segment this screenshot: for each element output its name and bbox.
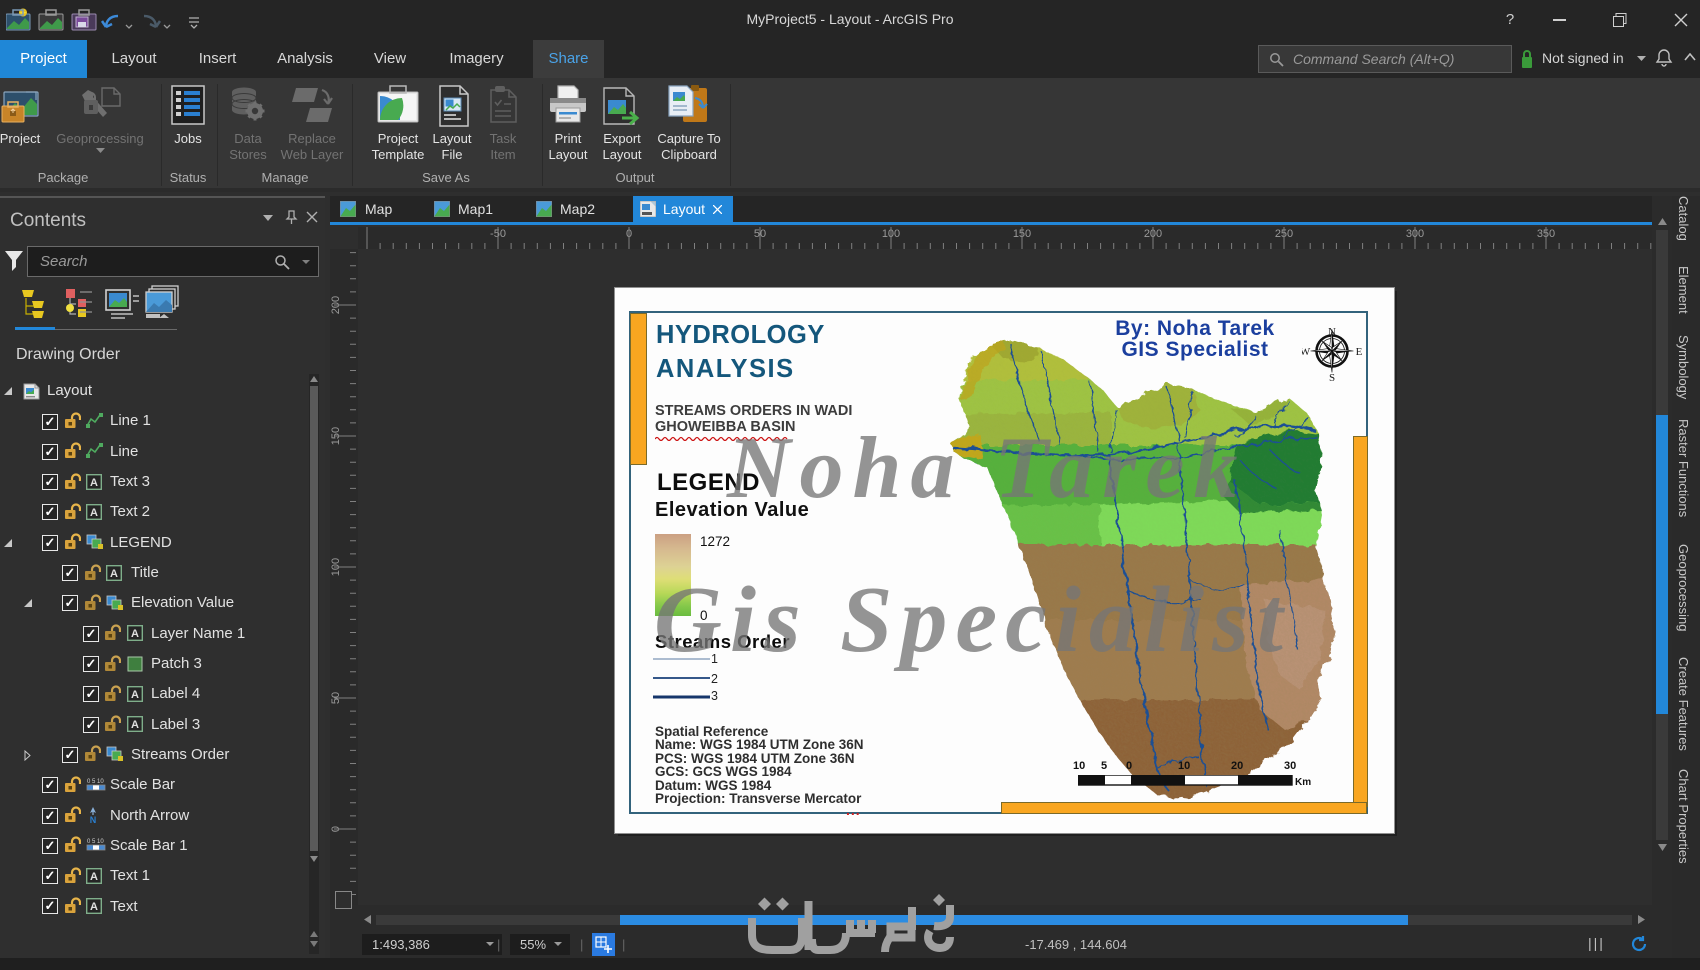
svg-text:N: N [90,815,97,824]
svg-text:A: A [90,871,98,883]
svg-text:A: A [90,507,98,519]
svg-text:0 5 10: 0 5 10 [87,779,104,785]
svg-text:A: A [131,689,139,701]
svg-text:A: A [90,477,98,489]
svg-text:A: A [110,568,118,580]
svg-text:W: W [1302,346,1311,358]
svg-text:E: E [1356,346,1362,358]
svg-text:A: A [131,719,139,731]
svg-text:S: S [1329,372,1335,382]
svg-text:A: A [131,628,139,640]
svg-text:Km: Km [1295,777,1311,787]
svg-text:0 5 10: 0 5 10 [87,839,104,845]
svg-text:A: A [90,901,98,913]
